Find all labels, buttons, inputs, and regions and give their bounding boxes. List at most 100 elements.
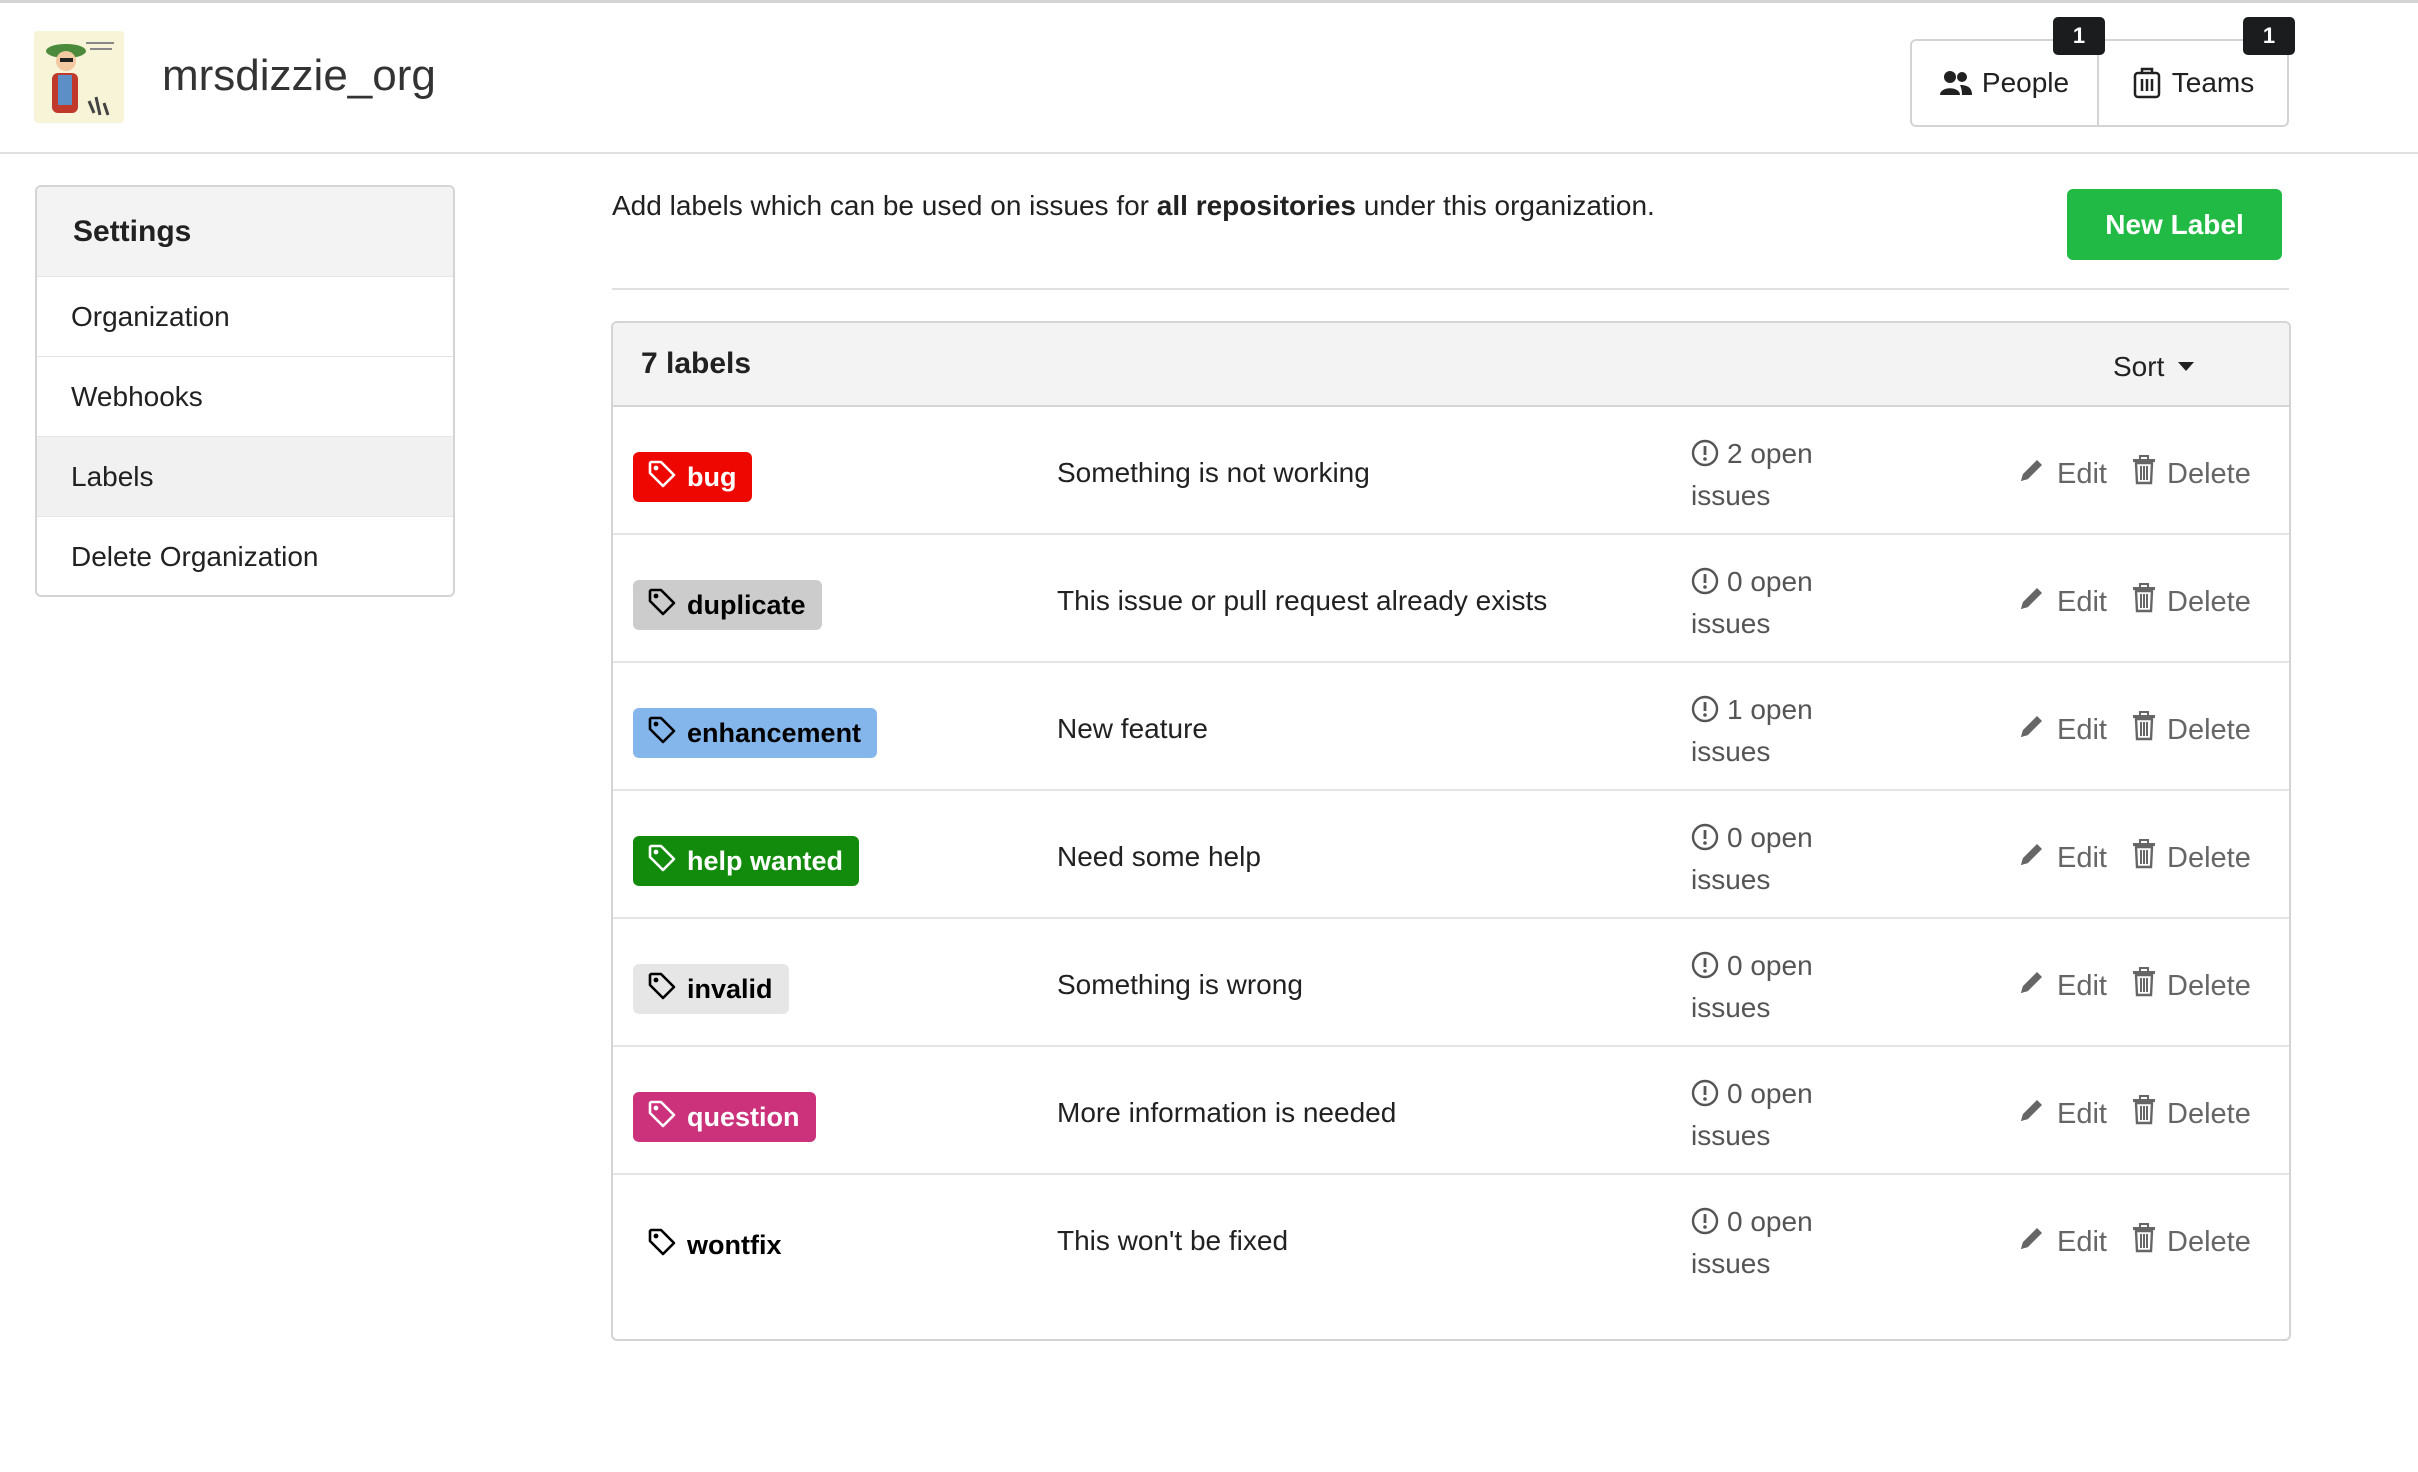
org-header: mrsdizzie_org People 1 Teams 1: [0, 0, 2418, 154]
teams-link[interactable]: Teams 1: [2099, 17, 2295, 125]
issue-opened-icon: [1691, 823, 1719, 861]
edit-label-button[interactable]: Edit: [2017, 839, 2107, 877]
edit-label: Edit: [2057, 713, 2107, 746]
open-issues-link[interactable]: 1 open issues: [1691, 691, 1861, 771]
teams-label: Teams: [2171, 67, 2255, 98]
sort-label: Sort: [2113, 351, 2165, 382]
delete-label-button[interactable]: Delete: [2131, 967, 2251, 1005]
tag-icon: [647, 843, 677, 880]
open-issues-count: 0 open: [1727, 1206, 1813, 1237]
delete-label-button[interactable]: Delete: [2131, 1095, 2251, 1133]
label-chip[interactable]: wontfix: [633, 1220, 798, 1270]
open-issues-link[interactable]: 0 open issues: [1691, 1203, 1861, 1283]
edit-label: Edit: [2057, 585, 2107, 618]
open-issues-link[interactable]: 0 open issues: [1691, 819, 1861, 899]
label-chip[interactable]: enhancement: [633, 708, 878, 758]
pencil-icon: [2017, 583, 2047, 621]
org-header-menu: People 1 Teams 1: [1910, 17, 2295, 127]
label-row: bug Something is not working 2 open issues E…: [613, 407, 2289, 535]
edit-label-button[interactable]: Edit: [2017, 455, 2107, 493]
open-issues-suffix: issues: [1691, 864, 1771, 895]
label-chip[interactable]: bug: [633, 452, 753, 502]
label-name: duplicate: [687, 589, 806, 620]
label-row: duplicate This issue or pull request alre…: [613, 535, 2289, 663]
open-issues-count: 1 open: [1727, 694, 1813, 725]
settings-sidebar: Settings Organization Webhooks Labels De…: [35, 185, 455, 597]
pencil-icon: [2017, 711, 2047, 749]
edit-label: Edit: [2057, 1097, 2107, 1130]
label-row: help wanted Need some help 0 open issues Edi…: [613, 791, 2289, 919]
open-issues-suffix: issues: [1691, 1120, 1771, 1151]
label-name: help wanted: [687, 845, 844, 876]
delete-label: Delete: [2167, 585, 2251, 618]
open-issues-suffix: issues: [1691, 992, 1771, 1023]
delete-label: Delete: [2167, 1225, 2251, 1258]
delete-label-button[interactable]: Delete: [2131, 455, 2251, 493]
open-issues-link[interactable]: 0 open issues: [1691, 563, 1861, 643]
open-issues-count: 0 open: [1727, 822, 1813, 853]
sidebar-title: Settings: [37, 187, 453, 277]
intro-text-after: under this organization.: [1355, 190, 1655, 221]
people-link[interactable]: People 1: [1912, 17, 2105, 125]
label-description: Something is not working: [1057, 457, 1370, 488]
sidebar-item-delete-organization[interactable]: Delete Organization: [37, 517, 453, 595]
edit-label: Edit: [2057, 1225, 2107, 1258]
sidebar-item-organization[interactable]: Organization: [37, 277, 453, 357]
pencil-icon: [2017, 1223, 2047, 1261]
label-description: Something is wrong: [1057, 969, 1303, 1000]
sidebar-item-webhooks[interactable]: Webhooks: [37, 357, 453, 437]
issue-opened-icon: [1691, 951, 1719, 989]
issue-opened-icon: [1691, 1207, 1719, 1245]
sort-dropdown[interactable]: Sort: [2113, 351, 2195, 383]
label-name: enhancement: [687, 717, 862, 748]
edit-label-button[interactable]: Edit: [2017, 711, 2107, 749]
sidebar-item-labels[interactable]: Labels: [37, 437, 453, 517]
label-description: This issue or pull request already exist…: [1057, 585, 1548, 616]
intro-text-before: Add labels which can be used on issues f…: [612, 190, 1157, 221]
pencil-icon: [2017, 839, 2047, 877]
open-issues-count: 2 open: [1727, 438, 1813, 469]
label-chip[interactable]: help wanted: [633, 836, 860, 886]
edit-label-button[interactable]: Edit: [2017, 583, 2107, 621]
tag-icon: [647, 1227, 677, 1264]
tag-icon: [647, 715, 677, 752]
open-issues-suffix: issues: [1691, 608, 1771, 639]
pencil-icon: [2017, 455, 2047, 493]
issue-opened-icon: [1691, 1079, 1719, 1117]
open-issues-suffix: issues: [1691, 1248, 1771, 1279]
delete-label-button[interactable]: Delete: [2131, 839, 2251, 877]
edit-label: Edit: [2057, 457, 2107, 490]
label-row: wontfix This won't be fixed 0 open issues Ed…: [613, 1175, 2289, 1303]
open-issues-link[interactable]: 2 open issues: [1691, 435, 1861, 515]
label-row: enhancement New feature 1 open issues Edit De…: [613, 663, 2289, 791]
trash-icon: [2131, 583, 2157, 621]
edit-label-button[interactable]: Edit: [2017, 967, 2107, 1005]
label-description: Need some help: [1057, 841, 1261, 872]
new-label-button[interactable]: New Label: [2067, 189, 2282, 260]
issue-opened-icon: [1691, 439, 1719, 477]
label-chip[interactable]: question: [633, 1092, 816, 1142]
delete-label: Delete: [2167, 457, 2251, 490]
delete-label-button[interactable]: Delete: [2131, 1223, 2251, 1261]
open-issues-count: 0 open: [1727, 950, 1813, 981]
people-icon: [1939, 71, 1972, 95]
open-issues-link[interactable]: 0 open issues: [1691, 947, 1861, 1027]
edit-label-button[interactable]: Edit: [2017, 1223, 2107, 1261]
label-name: wontfix: [687, 1229, 782, 1260]
issue-opened-icon: [1691, 567, 1719, 605]
delete-label-button[interactable]: Delete: [2131, 583, 2251, 621]
label-name: invalid: [687, 973, 773, 1004]
tag-icon: [647, 587, 677, 624]
caret-down-icon: [2178, 362, 2195, 371]
open-issues-link[interactable]: 0 open issues: [1691, 1075, 1861, 1155]
label-chip[interactable]: invalid: [633, 964, 789, 1014]
open-issues-suffix: issues: [1691, 480, 1771, 511]
labels-count: 7 labels: [641, 347, 752, 380]
tag-icon: [647, 971, 677, 1008]
org-avatar[interactable]: [34, 31, 124, 123]
intro-text-bold: all repositories: [1156, 190, 1356, 221]
label-chip[interactable]: duplicate: [633, 580, 822, 630]
org-name: mrsdizzie_org: [162, 51, 436, 100]
delete-label-button[interactable]: Delete: [2131, 711, 2251, 749]
edit-label-button[interactable]: Edit: [2017, 1095, 2107, 1133]
